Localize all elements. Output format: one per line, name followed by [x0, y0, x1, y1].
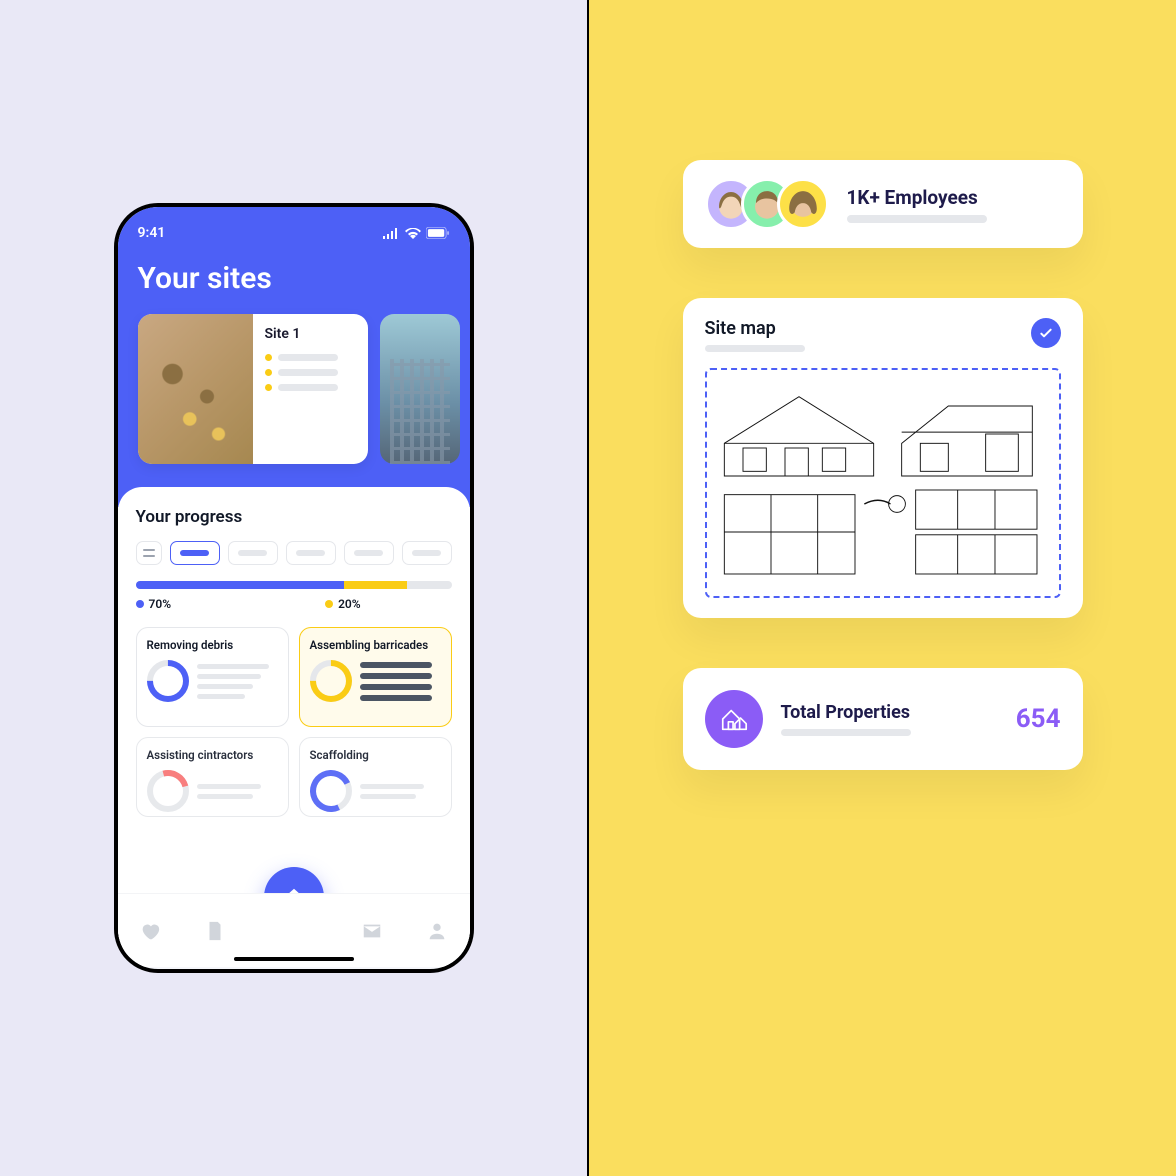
wifi-icon: [405, 228, 421, 239]
filter-pill-3[interactable]: [286, 541, 336, 565]
task-grid: Removing debris Assembling barricades As…: [136, 627, 452, 817]
legend-item-1: 70%: [136, 597, 172, 611]
sitemap-title: Site map: [705, 318, 805, 339]
progress-ring-icon: [310, 660, 352, 702]
tab-profile[interactable]: [426, 920, 448, 942]
employees-card[interactable]: 1K+ Employees: [683, 160, 1083, 248]
battery-icon: [426, 227, 450, 239]
left-panel: 9:41 Your sites Site 1: [0, 0, 587, 1176]
site-image: [138, 314, 253, 464]
house-icon: [719, 704, 749, 734]
phone-body: Your progress 70% 20%: [118, 487, 470, 967]
properties-icon-badge: [705, 690, 763, 748]
avatar: [777, 178, 829, 230]
progress-seg-primary: [136, 581, 345, 589]
filter-pill-4[interactable]: [344, 541, 394, 565]
filter-toggle[interactable]: [136, 541, 162, 565]
task-card-4[interactable]: Scaffolding: [299, 737, 452, 817]
tab-mail[interactable]: [361, 920, 383, 942]
user-icon: [426, 920, 448, 942]
task-title: Scaffolding: [310, 748, 441, 762]
signal-icon: [383, 228, 400, 239]
placeholder-line: [781, 729, 911, 736]
task-title: Removing debris: [147, 638, 278, 652]
legend-item-2: 20%: [325, 597, 361, 611]
phone-header: 9:41 Your sites Site 1: [118, 207, 470, 507]
properties-title: Total Properties: [781, 702, 998, 723]
site-card-2[interactable]: [380, 314, 460, 464]
filter-pill-5[interactable]: [402, 541, 452, 565]
blueprint-image: [705, 368, 1061, 598]
properties-text: Total Properties: [781, 702, 998, 736]
placeholder-line: [847, 215, 987, 223]
filter-pill-1[interactable]: [170, 541, 220, 565]
sitemap-card[interactable]: Site map: [683, 298, 1083, 618]
tab-docs[interactable]: [204, 920, 226, 942]
site-info: Site 1: [253, 314, 368, 464]
site-name: Site 1: [265, 326, 356, 342]
progress-seg-secondary: [344, 581, 407, 589]
progress-legend: 70% 20%: [136, 597, 452, 611]
employees-text: 1K+ Employees: [847, 186, 1061, 223]
tab-bar: [118, 893, 470, 967]
progress-bar: [136, 581, 452, 589]
task-card-2[interactable]: Assembling barricades: [299, 627, 452, 727]
right-panel: 1K+ Employees Site map: [589, 0, 1176, 1176]
document-icon: [204, 920, 226, 942]
progress-ring-icon: [310, 770, 352, 812]
properties-value: 654: [1016, 704, 1061, 734]
tab-favorites[interactable]: [139, 920, 161, 942]
placeholder-line: [705, 345, 805, 352]
task-title: Assembling barricades: [310, 638, 441, 652]
progress-title: Your progress: [136, 507, 452, 527]
phone-mock: 9:41 Your sites Site 1: [114, 203, 474, 973]
properties-card[interactable]: Total Properties 654: [683, 668, 1083, 770]
check-icon: [1038, 325, 1054, 341]
avatar-stack: [705, 178, 829, 230]
filter-pills: [136, 541, 452, 565]
slider-icon: [143, 548, 155, 558]
site-card-1[interactable]: Site 1: [138, 314, 368, 464]
mail-icon: [361, 920, 383, 942]
progress-ring-icon: [147, 770, 189, 812]
progress-ring-icon: [147, 660, 189, 702]
employees-title: 1K+ Employees: [847, 186, 1061, 209]
task-card-3[interactable]: Assisting cintractors: [136, 737, 289, 817]
check-badge: [1031, 318, 1061, 348]
legend-label-1: 70%: [149, 597, 172, 611]
heart-icon: [139, 920, 161, 942]
site-cards-row[interactable]: Site 1: [138, 314, 450, 464]
status-bar: 9:41: [138, 225, 450, 241]
blueprint-drawing: [715, 378, 1051, 583]
legend-label-2: 20%: [338, 597, 361, 611]
home-indicator: [234, 957, 354, 961]
status-icons: [383, 227, 450, 239]
filter-pill-2[interactable]: [228, 541, 278, 565]
status-time: 9:41: [138, 225, 166, 241]
task-title: Assisting cintractors: [147, 748, 278, 762]
task-card-1[interactable]: Removing debris: [136, 627, 289, 727]
page-title: Your sites: [138, 261, 450, 296]
